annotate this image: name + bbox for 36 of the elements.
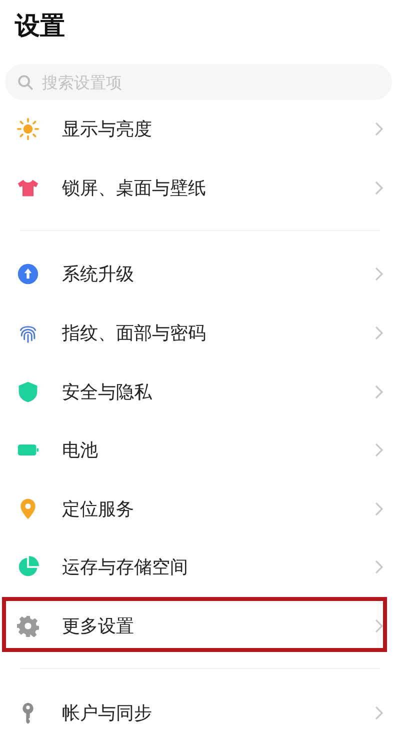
settings-icon: [17, 615, 39, 638]
row-label: 定位服务: [62, 498, 135, 521]
settings-row[interactable]: 电池: [0, 420, 400, 480]
row-label: 安全与隐私: [62, 380, 153, 404]
upload-icon: [17, 263, 39, 286]
shield-icon: [17, 380, 39, 403]
row-label: 电池: [62, 439, 99, 462]
settings-row[interactable]: 更多设置: [0, 596, 400, 656]
row-label: 显示与亮度: [62, 118, 153, 142]
settings-row[interactable]: 帐户与同步: [0, 683, 400, 740]
settings-row[interactable]: 指纹、面部与密码: [0, 304, 400, 362]
chevron-icon: [374, 704, 384, 721]
settings-row[interactable]: 定位服务: [0, 480, 400, 538]
chevron-icon: [374, 180, 384, 196]
settings-row[interactable]: 锁屏、桌面与壁纸: [0, 158, 400, 218]
sun-icon: [17, 118, 39, 140]
chevron-icon: [374, 384, 384, 400]
row-label: 指纹、面部与密码: [62, 322, 207, 346]
settings-row[interactable]: 系统升级: [0, 245, 400, 304]
page-title: 设置: [15, 10, 65, 42]
chevron-icon: [374, 618, 384, 634]
chevron-icon: [374, 442, 384, 458]
row-label: 帐户与同步: [62, 702, 153, 725]
chevron-icon: [374, 559, 384, 576]
row-label: 系统升级: [62, 263, 135, 286]
settings-row[interactable]: 安全与隐私: [0, 362, 400, 421]
settings-row[interactable]: 显示与亮度: [0, 100, 400, 159]
row-label: 运存与存储空间: [62, 556, 189, 580]
row-label: 锁屏、桌面与壁纸: [62, 176, 207, 200]
chevron-icon: [374, 266, 384, 282]
settings-row[interactable]: 运存与存储空间: [0, 538, 400, 597]
pie-chart-icon: [17, 556, 39, 578]
row-label: 更多设置: [62, 615, 135, 638]
chevron-icon: [374, 325, 384, 342]
chevron-icon: [374, 121, 384, 138]
chevron-icon: [374, 500, 384, 517]
